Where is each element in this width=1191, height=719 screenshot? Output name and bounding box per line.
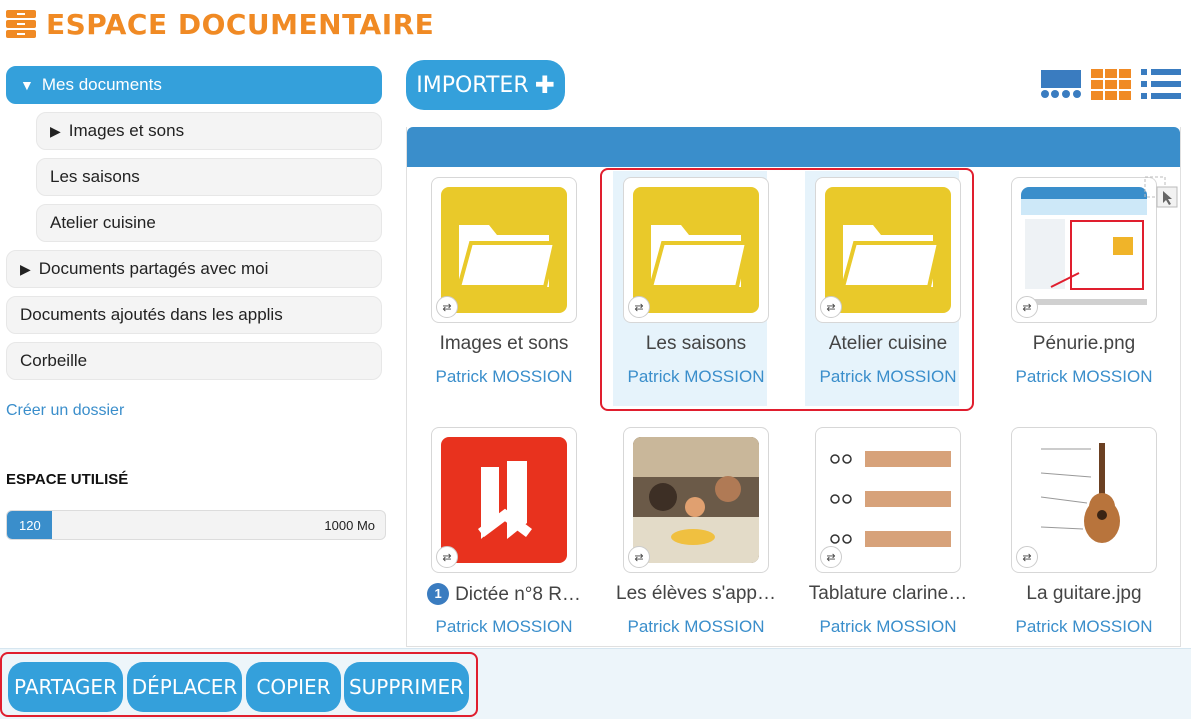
thumbnail: ⇄ xyxy=(431,177,577,323)
share-button[interactable]: PARTAGER xyxy=(8,662,123,712)
share-state-icon: ⇄ xyxy=(1016,546,1038,568)
view-toggles xyxy=(1040,68,1182,100)
tablature-thumbnail xyxy=(825,437,951,563)
file-name: Images et sons xyxy=(439,333,569,354)
folder-images-et-sons[interactable]: ▶ Images et sons xyxy=(36,112,382,150)
folder-documents-applis[interactable]: Documents ajoutés dans les applis xyxy=(6,296,382,334)
drawer-icon xyxy=(6,9,36,39)
folder-label: Atelier cuisine xyxy=(50,213,156,232)
file-card[interactable]: ⇄ La guitare.jpg Patrick MOSSION xyxy=(987,421,1167,646)
carousel-view-icon[interactable] xyxy=(1040,68,1082,100)
photo-thumbnail xyxy=(633,437,759,563)
share-state-icon: ⇄ xyxy=(436,546,458,568)
plus-icon: ✚ xyxy=(534,71,555,99)
folder-label: Documents ajoutés dans les applis xyxy=(20,305,283,324)
file-owner: Patrick MOSSION xyxy=(435,617,573,636)
thumbnail: ⇄ xyxy=(1011,427,1157,573)
file-card[interactable]: ⇄ Images et sons Patrick MOSSION xyxy=(407,171,587,401)
file-owner: Patrick MOSSION xyxy=(819,617,957,636)
cursor-icon xyxy=(1143,175,1179,211)
folder-les-saisons[interactable]: Les saisons xyxy=(36,158,382,196)
file-owner: Patrick MOSSION xyxy=(435,367,573,386)
file-name: 1 Dictée n°8 R… xyxy=(421,583,587,606)
file-name: Les élèves s'app… xyxy=(616,583,776,604)
file-name-text: Dictée n°8 R… xyxy=(455,584,581,605)
screenshot-thumbnail xyxy=(1021,187,1147,313)
file-card[interactable]: ⇄ Pénurie.png Patrick MOSSION xyxy=(987,171,1167,401)
app-logo-icon xyxy=(441,437,567,563)
share-state-icon: ⇄ xyxy=(628,546,650,568)
file-name: Tablature clarine… xyxy=(808,583,968,604)
share-state-icon: ⇄ xyxy=(436,296,458,318)
create-folder-link[interactable]: Créer un dossier xyxy=(6,402,124,420)
move-button[interactable]: DÉPLACER xyxy=(127,662,242,712)
triangle-right-icon: ▶ xyxy=(50,122,61,139)
file-card[interactable]: ⇄ Les élèves s'app… Patrick MOSSION xyxy=(599,421,779,646)
storage-usage-bar: 120 1000 Mo xyxy=(6,510,386,540)
triangle-down-icon: ▼ xyxy=(20,77,34,93)
share-state-icon: ⇄ xyxy=(1016,296,1038,318)
folder-mes-documents[interactable]: ▼ Mes documents xyxy=(6,66,382,104)
folder-label: Mes documents xyxy=(41,75,162,94)
guitar-thumbnail xyxy=(1021,437,1147,563)
thumbnail: ⇄ xyxy=(431,427,577,573)
share-state-icon: ⇄ xyxy=(820,546,842,568)
triangle-right-icon: ▶ xyxy=(20,260,31,277)
panel-header xyxy=(407,127,1180,167)
usage-title: ESPACE UTILISÉ xyxy=(6,471,129,488)
thumbnail: ⇄ xyxy=(815,427,961,573)
selection-outline xyxy=(600,168,974,411)
folder-label: Documents partagés avec moi xyxy=(38,259,269,278)
file-name: La guitare.jpg xyxy=(1026,583,1142,604)
file-owner: Patrick MOSSION xyxy=(1015,617,1153,636)
usage-used: 120 xyxy=(19,518,41,533)
thumbnail: ⇄ xyxy=(623,427,769,573)
list-view-icon[interactable] xyxy=(1140,68,1182,100)
folder-label: Corbeille xyxy=(20,351,88,370)
file-owner: Patrick MOSSION xyxy=(627,617,765,636)
usage-total: 1000 Mo xyxy=(324,518,375,533)
file-name: Pénurie.png xyxy=(1032,333,1136,354)
file-card[interactable]: ⇄ 1 Dictée n°8 R… Patrick MOSSION xyxy=(407,421,587,646)
version-count-badge: 1 xyxy=(427,583,450,605)
folder-atelier-cuisine[interactable]: Atelier cuisine xyxy=(36,204,382,242)
folder-label: Images et sons xyxy=(68,121,185,140)
copy-button[interactable]: COPIER xyxy=(246,662,341,712)
import-button[interactable]: IMPORTER ✚ xyxy=(406,60,565,110)
grid-view-icon[interactable] xyxy=(1090,68,1132,100)
page-title: ESPACE DOCUMENTAIRE xyxy=(46,7,435,41)
app-header: ESPACE DOCUMENTAIRE xyxy=(6,6,434,42)
folder-label: Les saisons xyxy=(50,167,140,186)
import-label: IMPORTER xyxy=(416,72,529,98)
folder-corbeille[interactable]: Corbeille xyxy=(6,342,382,380)
file-owner: Patrick MOSSION xyxy=(1015,367,1153,386)
folder-documents-partages[interactable]: ▶ Documents partagés avec moi xyxy=(6,250,382,288)
delete-button[interactable]: SUPPRIMER xyxy=(344,662,469,712)
thumbnail: ⇄ xyxy=(1011,177,1157,323)
file-card[interactable]: ⇄ Tablature clarine… Patrick MOSSION xyxy=(791,421,971,646)
folder-icon xyxy=(441,187,567,313)
